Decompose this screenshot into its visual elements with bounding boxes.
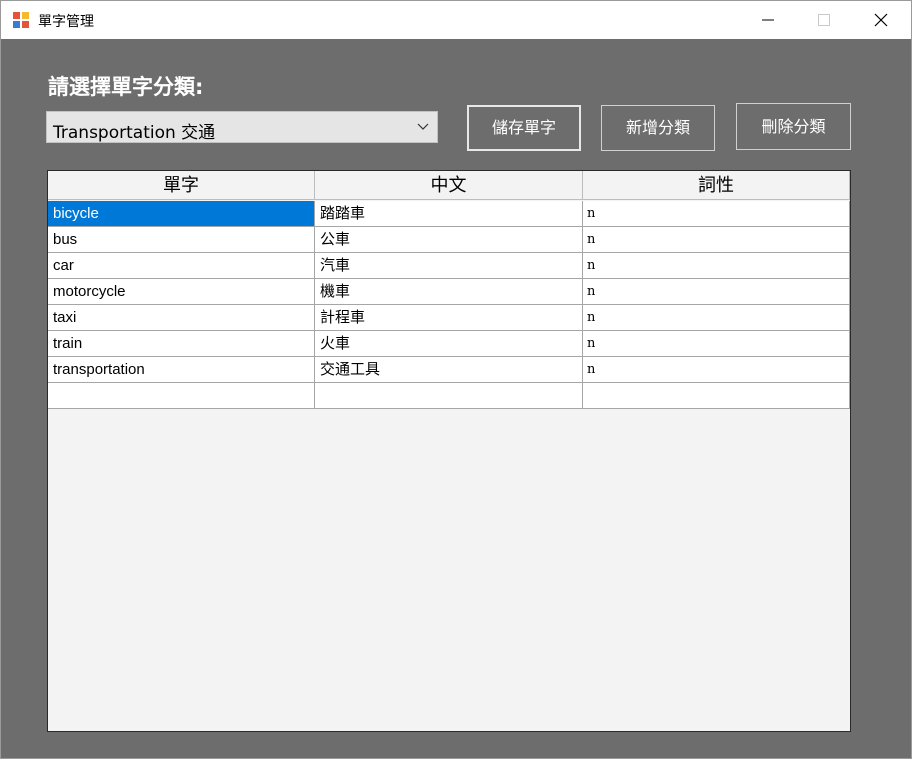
category-dropdown[interactable]: Transportation 交通: [46, 111, 438, 143]
title-bar[interactable]: 單字管理: [1, 1, 911, 39]
table-row[interactable]: motorcycle 機車 n: [48, 279, 850, 305]
cell-pos[interactable]: n: [583, 305, 850, 331]
cell-chinese[interactable]: 公車: [315, 227, 583, 253]
cell-chinese[interactable]: 汽車: [315, 253, 583, 279]
cell-chinese[interactable]: 交通工具: [315, 357, 583, 383]
app-window: 單字管理 請選擇單字分類: Transportation 交通 儲存單字 新增分…: [0, 0, 912, 759]
grid-header: 單字 中文 詞性: [48, 171, 850, 201]
close-button[interactable]: [858, 1, 904, 39]
cell-chinese[interactable]: 火車: [315, 331, 583, 357]
maximize-button[interactable]: [801, 1, 847, 39]
word-grid[interactable]: 單字 中文 詞性 bicycle 踏踏車 n bus 公車 n car 汽車 n motorcyc…: [47, 170, 851, 732]
save-words-button[interactable]: 儲存單字: [467, 105, 581, 151]
cell-chinese[interactable]: 踏踏車: [315, 201, 583, 227]
cell-word[interactable]: motorcycle: [48, 279, 315, 305]
cell-word[interactable]: train: [48, 331, 315, 357]
column-header-word[interactable]: 單字: [48, 171, 315, 200]
category-label: 請選擇單字分類:: [48, 75, 204, 99]
chevron-down-icon: [417, 123, 429, 130]
delete-category-button[interactable]: 刪除分類: [736, 103, 851, 150]
table-row[interactable]: bicycle 踏踏車 n: [48, 201, 850, 227]
app-icon: [13, 12, 29, 28]
cell-pos[interactable]: n: [583, 279, 850, 305]
cell-word[interactable]: bus: [48, 227, 315, 253]
column-header-chinese[interactable]: 中文: [315, 171, 583, 200]
cell-pos[interactable]: n: [583, 331, 850, 357]
minimize-icon: [762, 19, 774, 21]
cell-word[interactable]: [48, 383, 315, 409]
cell-word[interactable]: bicycle: [48, 201, 315, 227]
cell-pos[interactable]: n: [583, 357, 850, 383]
add-category-button[interactable]: 新增分類: [601, 105, 715, 151]
cell-chinese[interactable]: 計程車: [315, 305, 583, 331]
cell-word[interactable]: taxi: [48, 305, 315, 331]
table-row[interactable]: car 汽車 n: [48, 253, 850, 279]
category-selected-value: Transportation 交通: [53, 123, 216, 143]
cell-pos[interactable]: n: [583, 201, 850, 227]
cell-word[interactable]: car: [48, 253, 315, 279]
table-row[interactable]: train 火車 n: [48, 331, 850, 357]
table-row[interactable]: bus 公車 n: [48, 227, 850, 253]
cell-pos[interactable]: n: [583, 227, 850, 253]
column-header-pos[interactable]: 詞性: [583, 171, 850, 200]
table-row[interactable]: taxi 計程車 n: [48, 305, 850, 331]
window-title: 單字管理: [38, 13, 94, 29]
cell-word[interactable]: transportation: [48, 357, 315, 383]
maximize-icon: [818, 14, 830, 26]
client-area: 請選擇單字分類: Transportation 交通 儲存單字 新增分類 刪除分…: [1, 39, 911, 758]
cell-pos[interactable]: n: [583, 253, 850, 279]
cell-chinese[interactable]: 機車: [315, 279, 583, 305]
table-row[interactable]: [48, 383, 850, 409]
close-icon: [874, 13, 888, 27]
cell-pos[interactable]: [583, 383, 850, 409]
minimize-button[interactable]: [745, 1, 791, 39]
cell-chinese[interactable]: [315, 383, 583, 409]
table-row[interactable]: transportation 交通工具 n: [48, 357, 850, 383]
